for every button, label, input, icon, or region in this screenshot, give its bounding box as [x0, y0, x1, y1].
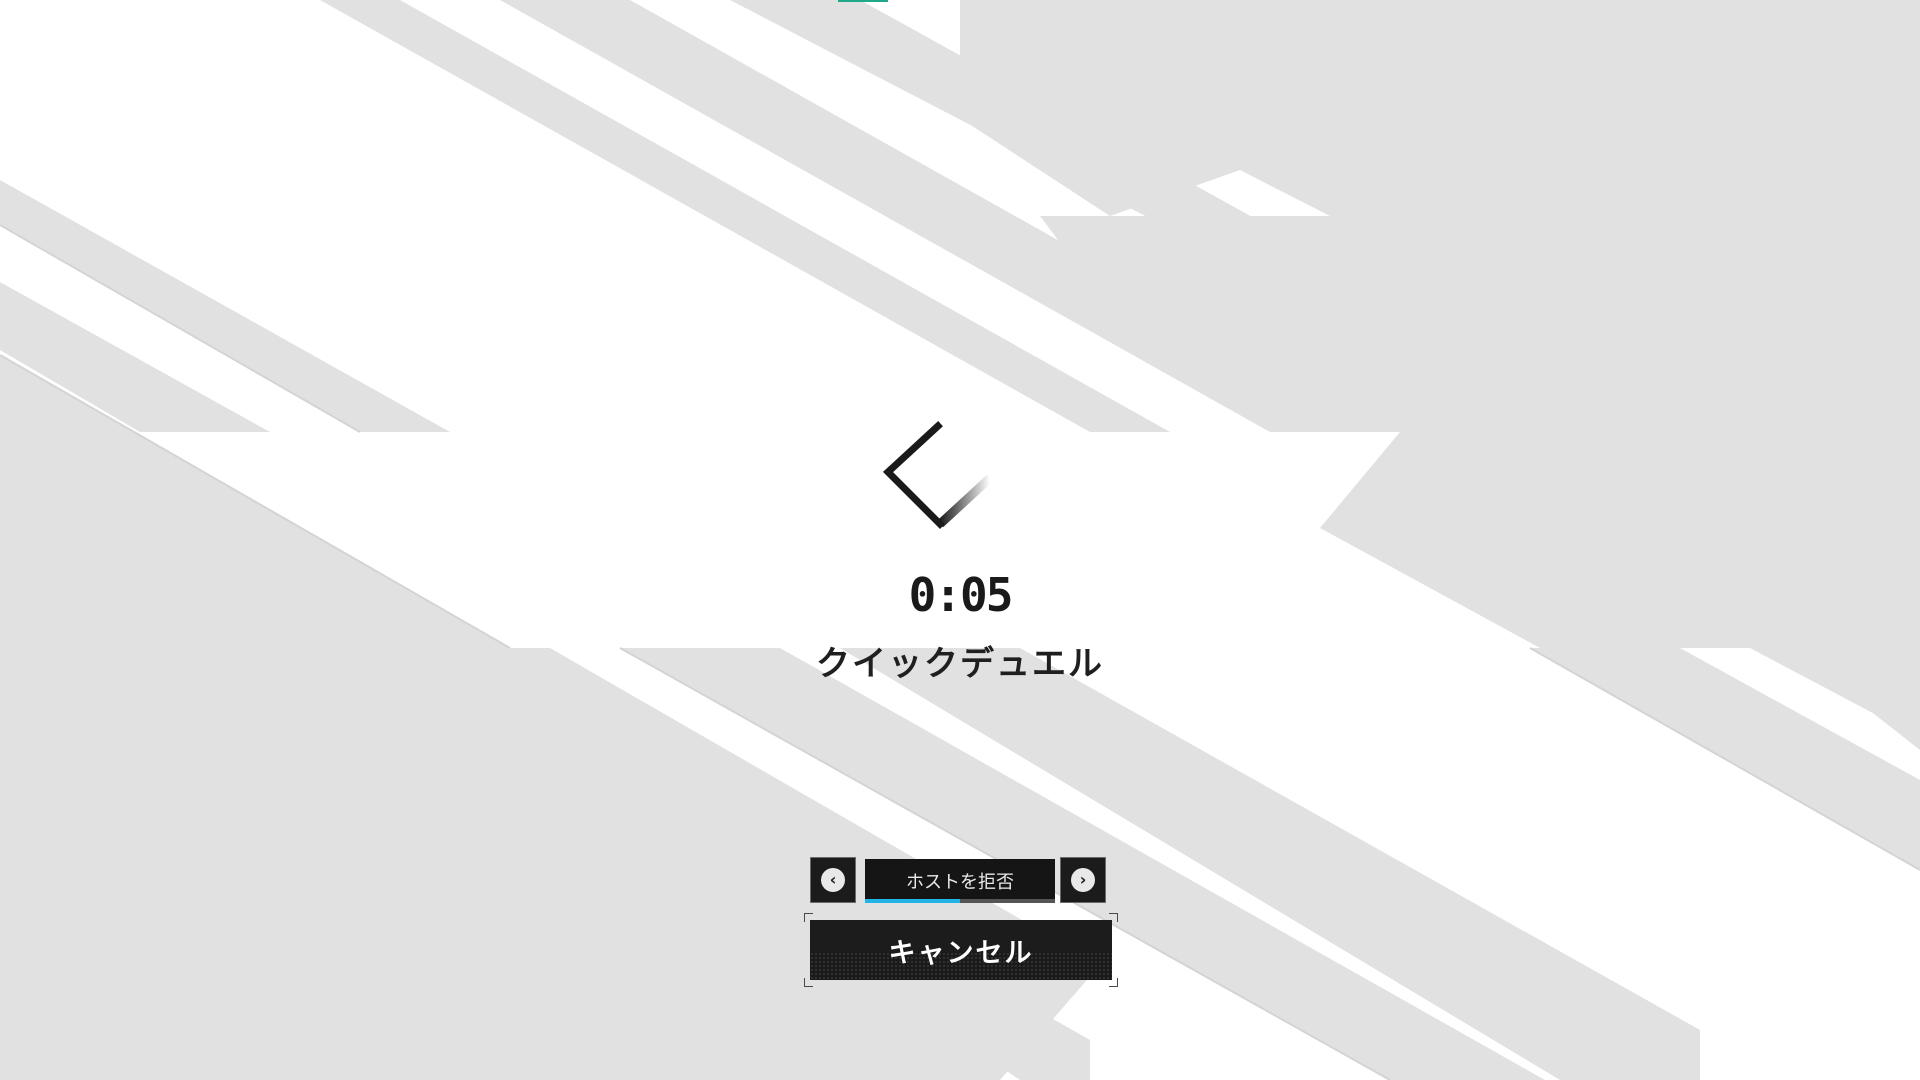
next-button[interactable]: ›	[1060, 857, 1106, 903]
cancel-button[interactable]: キャンセル	[810, 920, 1112, 980]
mode-title: クイックデュエル	[816, 644, 1104, 684]
cancel-label: キャンセル	[888, 937, 1034, 969]
chevron-right-circle-icon: ›	[1071, 868, 1095, 892]
loading-spinner-icon	[882, 421, 994, 529]
countdown-timer: 0:05	[908, 568, 1014, 622]
matchmaking-screen: 0:05 クイックデュエル ‹ ホストを拒否 › キャンセル	[0, 0, 1920, 1080]
reject-host-button[interactable]: ホストを拒否	[865, 859, 1055, 903]
reject-host-progress-fill	[865, 899, 960, 903]
cancel-button-frame: キャンセル	[804, 913, 1118, 987]
chevron-left-circle-icon: ‹	[821, 868, 845, 892]
top-accent-bar	[838, 0, 888, 2]
prev-button[interactable]: ‹	[810, 857, 856, 903]
reject-host-progress	[865, 899, 1055, 903]
reject-host-label: ホストを拒否	[906, 872, 1014, 893]
host-action-row: ‹ ホストを拒否 ›	[810, 857, 1110, 905]
